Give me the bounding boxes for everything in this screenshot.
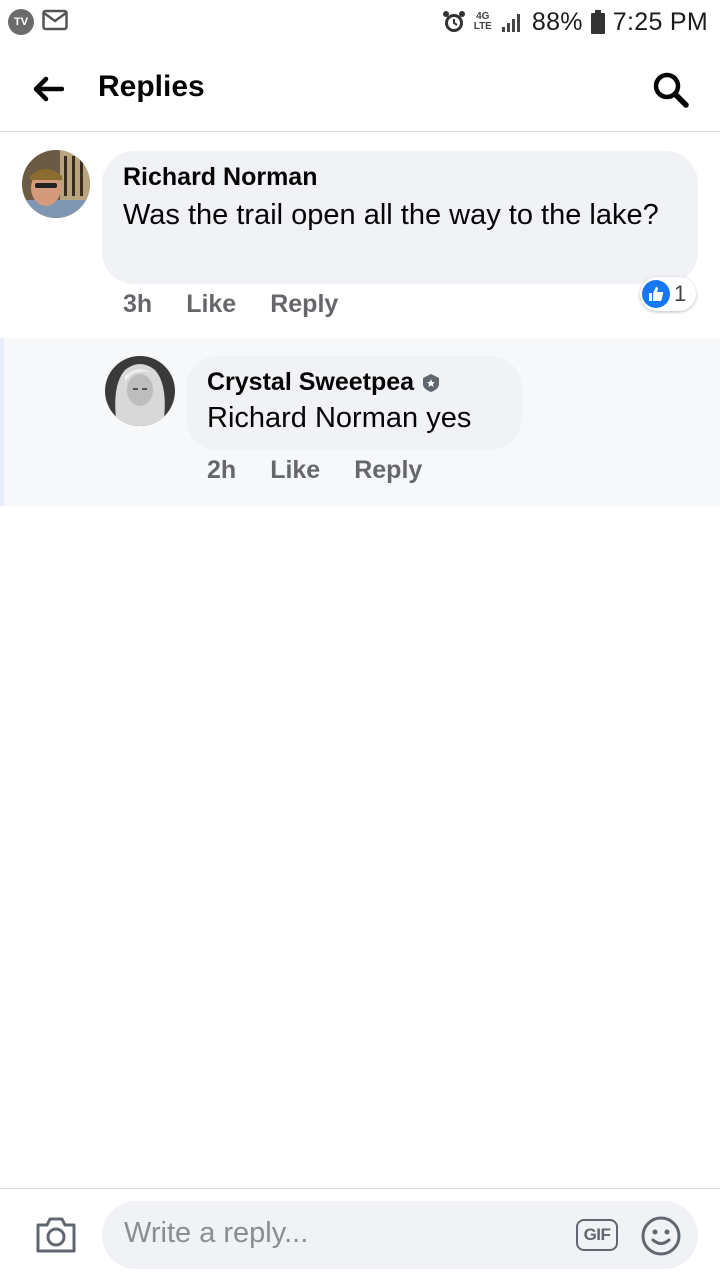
arrow-left-icon xyxy=(33,76,64,102)
reply-author[interactable]: Crystal Sweetpea xyxy=(207,368,414,397)
comment-actions: 3h Like Reply xyxy=(123,290,372,319)
comment-time[interactable]: 3h xyxy=(123,290,152,319)
header: Replies xyxy=(0,44,720,132)
reply-bubble[interactable]: Crystal Sweetpea Richard Norman yes xyxy=(186,356,522,450)
reply-actions: 2h Like Reply xyxy=(207,456,456,485)
reply-composer: Write a reply... GIF xyxy=(0,1188,720,1281)
top-fan-badge-icon xyxy=(422,373,440,393)
clock: 7:25 PM xyxy=(612,7,708,36)
reply-like-button[interactable]: Like xyxy=(270,456,320,485)
reply-text: yes xyxy=(426,402,472,434)
reply-placeholder: Write a reply... xyxy=(124,1217,309,1249)
avatar-crystal-sweetpea[interactable] xyxy=(105,356,175,426)
comment-author[interactable]: Richard Norman xyxy=(123,163,678,192)
reaction-summary[interactable]: 1 xyxy=(640,277,697,311)
mail-icon xyxy=(42,9,68,36)
battery-icon xyxy=(590,10,605,34)
comment-like-button[interactable]: Like xyxy=(186,290,236,319)
comment-reply-button[interactable]: Reply xyxy=(270,290,338,319)
like-reaction-icon xyxy=(642,280,670,308)
smiley-icon xyxy=(641,1216,681,1256)
comment-bubble[interactable]: Richard Norman Was the trail open all th… xyxy=(102,151,698,284)
back-button[interactable] xyxy=(28,72,68,106)
avatar-richard-norman[interactable] xyxy=(22,150,90,218)
search-icon xyxy=(653,72,689,108)
reply-input[interactable]: Write a reply... GIF xyxy=(102,1201,698,1269)
camera-button[interactable] xyxy=(34,1215,78,1255)
search-button[interactable] xyxy=(650,70,692,110)
battery-percent: 88% xyxy=(531,7,583,36)
reaction-count: 1 xyxy=(674,281,687,306)
reply-mention[interactable]: Richard Norman xyxy=(207,402,418,434)
reply-reply-button[interactable]: Reply xyxy=(354,456,422,485)
comment-text: Was the trail open all the way to the la… xyxy=(123,199,659,231)
status-bar: TV 4G LTE 88% 7:25 PM xyxy=(0,0,720,44)
camera-icon xyxy=(36,1217,76,1253)
gif-button[interactable]: GIF xyxy=(576,1219,618,1251)
reply-thread: Crystal Sweetpea Richard Norman yes 2h L… xyxy=(0,338,720,506)
signal-icon xyxy=(500,11,524,33)
alarm-icon xyxy=(442,10,466,34)
network-type-icon: 4G LTE xyxy=(473,11,492,32)
reply-time[interactable]: 2h xyxy=(207,456,236,485)
emoji-button[interactable] xyxy=(640,1215,682,1257)
tv-app-icon: TV xyxy=(8,9,34,35)
page-title: Replies xyxy=(98,70,205,103)
